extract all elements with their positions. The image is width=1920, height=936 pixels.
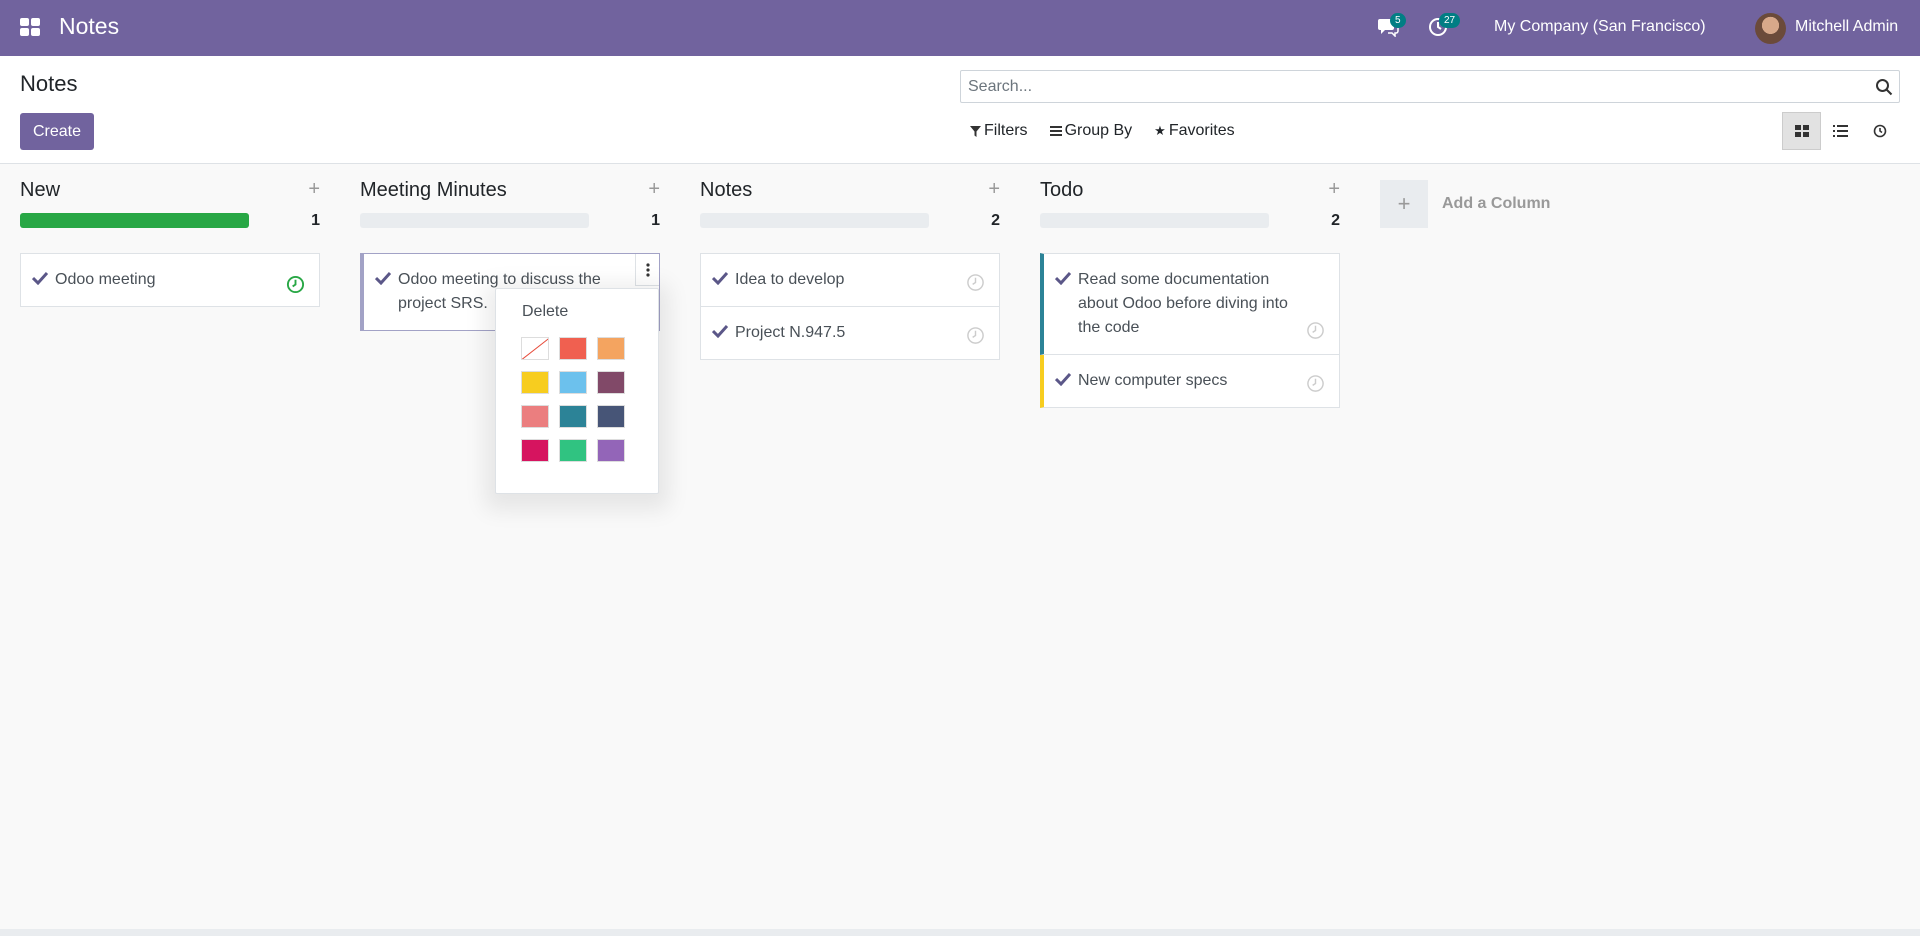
color-swatch-dark-blue[interactable]	[597, 405, 625, 428]
color-swatch-yellow[interactable]	[521, 371, 549, 394]
kanban-board: New + 1 Odoo meeting Meeting Minutes + 1…	[0, 164, 1920, 929]
plus-icon: +	[1380, 180, 1428, 228]
search-options: Filters Group By ★ Favorites	[970, 122, 1235, 140]
card-title: Read some documentation about Odoo befor…	[1078, 271, 1288, 336]
color-picker	[521, 337, 625, 462]
favorites-label: Favorites	[1168, 122, 1235, 139]
delete-menu-item[interactable]: Delete	[522, 303, 568, 321]
star-icon: ★	[1154, 123, 1166, 138]
card-title: New computer specs	[1078, 372, 1228, 389]
card-dropdown-menu: Delete	[495, 288, 659, 494]
color-swatch-orange[interactable]	[597, 337, 625, 360]
view-switcher	[1782, 112, 1899, 150]
activity-clock-icon[interactable]	[966, 326, 985, 345]
groupby-label: Group By	[1064, 122, 1133, 139]
color-swatch-medium-blue[interactable]	[559, 405, 587, 428]
check-icon[interactable]	[32, 271, 48, 285]
column-title[interactable]: New	[20, 179, 60, 202]
column-count: 2	[1331, 212, 1340, 229]
color-swatch-salmon-pink[interactable]	[521, 405, 549, 428]
card-title: Idea to develop	[735, 271, 845, 288]
color-swatch-green[interactable]	[559, 439, 587, 462]
kanban-card[interactable]: Project N.947.5	[700, 307, 1000, 360]
column-title[interactable]: Notes	[700, 179, 752, 202]
check-icon[interactable]	[1055, 271, 1071, 285]
column-header: Meeting Minutes + 1	[360, 164, 660, 234]
favorites-button[interactable]: ★ Favorites	[1154, 122, 1234, 140]
color-swatch-light-blue[interactable]	[559, 371, 587, 394]
list-view-button[interactable]	[1821, 112, 1860, 150]
color-swatch-dark-purple[interactable]	[597, 371, 625, 394]
kanban-column: Meeting Minutes + 1 Odoo meeting to disc…	[360, 164, 660, 331]
column-progress-bar[interactable]	[360, 213, 589, 228]
search-input[interactable]	[961, 71, 1841, 102]
apps-menu-icon[interactable]	[20, 18, 40, 36]
bottom-scrollbar[interactable]	[0, 929, 1920, 936]
add-column-button[interactable]: + Add a Column	[1380, 180, 1550, 228]
kanban-card[interactable]: New computer specs	[1040, 355, 1340, 408]
filters-button[interactable]: Filters	[970, 122, 1028, 140]
column-title[interactable]: Todo	[1040, 179, 1083, 202]
activity-clock-icon[interactable]	[966, 273, 985, 292]
chat-badge: 5	[1390, 13, 1406, 28]
card-title: Project N.947.5	[735, 324, 846, 341]
filters-label: Filters	[984, 122, 1028, 139]
kanban-card[interactable]: Idea to develop	[700, 253, 1000, 307]
kanban-column: New + 1 Odoo meeting	[20, 164, 320, 307]
kanban-column: Todo + 2 Read some documentation about O…	[1040, 164, 1340, 408]
page-title: Notes	[20, 71, 78, 96]
column-progress-bar[interactable]	[700, 213, 929, 228]
kanban-card[interactable]: Odoo meeting	[20, 253, 320, 307]
user-avatar[interactable]	[1755, 13, 1786, 44]
activity-clock-icon[interactable]	[286, 275, 305, 294]
kanban-column: Notes + 2 Idea to develop Project N.947.…	[700, 164, 1000, 360]
kebab-icon	[645, 262, 650, 277]
quick-create-icon[interactable]: +	[308, 178, 320, 201]
add-column-label: Add a Column	[1442, 195, 1551, 212]
column-header: Notes + 2	[700, 164, 1000, 234]
user-menu[interactable]: Mitchell Admin	[1795, 18, 1898, 36]
create-button[interactable]: Create	[20, 113, 94, 150]
kanban-view-button[interactable]	[1782, 112, 1821, 150]
groupby-button[interactable]: Group By	[1049, 122, 1133, 140]
color-swatch-none[interactable]	[521, 337, 549, 360]
card-menu-button[interactable]	[635, 254, 659, 286]
quick-create-icon[interactable]: +	[988, 178, 1000, 201]
column-count: 1	[311, 212, 320, 229]
search-bar	[960, 70, 1900, 103]
clock-icon	[1873, 124, 1886, 138]
column-header: New + 1	[20, 164, 320, 234]
activity-clock-icon[interactable]	[1306, 321, 1325, 340]
color-swatch-fuchsia[interactable]	[521, 439, 549, 462]
filter-icon	[970, 125, 981, 137]
check-icon[interactable]	[1055, 372, 1071, 386]
activity-view-button[interactable]	[1860, 112, 1899, 150]
activity-clock-icon[interactable]	[1306, 374, 1325, 393]
app-title[interactable]: Notes	[59, 13, 119, 40]
kanban-icon	[1794, 125, 1809, 137]
column-progress-bar[interactable]	[1040, 213, 1269, 228]
groupby-icon	[1049, 126, 1062, 136]
quick-create-icon[interactable]: +	[1328, 178, 1340, 201]
control-panel: Notes Create Filters Group By ★ Favorite…	[0, 56, 1920, 164]
column-header: Todo + 2	[1040, 164, 1340, 234]
column-title[interactable]: Meeting Minutes	[360, 179, 507, 202]
search-icon[interactable]	[1875, 78, 1893, 96]
check-icon[interactable]	[375, 271, 391, 285]
list-icon	[1833, 125, 1848, 137]
activity-badge: 27	[1439, 13, 1461, 28]
color-swatch-purple[interactable]	[597, 439, 625, 462]
top-navbar: Notes 5 27 My Company (San Francisco) Mi…	[0, 0, 1920, 56]
column-count: 1	[651, 212, 660, 229]
quick-create-icon[interactable]: +	[648, 178, 660, 201]
company-switcher[interactable]: My Company (San Francisco)	[1494, 18, 1706, 36]
column-count: 2	[991, 212, 1000, 229]
kanban-card[interactable]: Read some documentation about Odoo befor…	[1040, 253, 1340, 355]
column-progress-bar[interactable]	[20, 213, 249, 228]
check-icon[interactable]	[712, 271, 728, 285]
card-title: Odoo meeting	[55, 271, 156, 288]
color-swatch-red[interactable]	[559, 337, 587, 360]
check-icon[interactable]	[712, 324, 728, 338]
